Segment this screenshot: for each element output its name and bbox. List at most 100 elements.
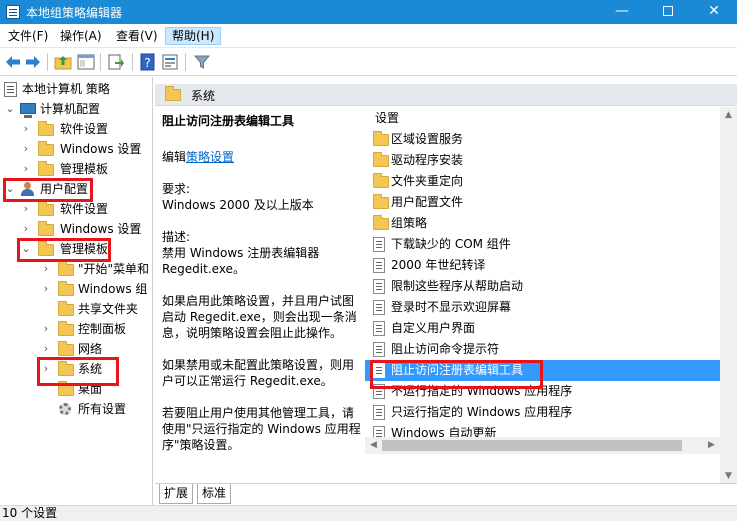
chevron-down-icon[interactable]: ⌄ bbox=[4, 179, 16, 199]
description-other-tools: 若要阻止用户使用其他管理工具，请使用"只运行指定的 Windows 应用程序"策… bbox=[162, 406, 361, 452]
list-item-label: 自定义用户界面 bbox=[391, 321, 476, 335]
chevron-right-icon[interactable]: › bbox=[40, 359, 52, 379]
svg-text:?: ? bbox=[144, 56, 150, 70]
policy-setting-icon bbox=[373, 384, 385, 399]
list-item[interactable]: 驱动程序安装 bbox=[365, 150, 720, 171]
folder-icon bbox=[38, 141, 54, 156]
view-tabs: 扩展 标准 bbox=[155, 483, 737, 505]
tab-extended[interactable]: 扩展 bbox=[159, 484, 194, 504]
export-list-icon[interactable] bbox=[107, 53, 125, 71]
chevron-right-icon[interactable]: › bbox=[40, 279, 52, 299]
folder-icon bbox=[38, 221, 54, 236]
console-tree: 本地计算机 策略 ⌄ 计算机配置 › 软件设置 › Windows 设置 › 管… bbox=[0, 77, 153, 505]
folder-icon bbox=[165, 86, 181, 101]
list-item[interactable]: 2000 年世纪转译 bbox=[365, 255, 720, 276]
close-button[interactable]: ✕ bbox=[691, 0, 737, 24]
list-item-label: 2000 年世纪转译 bbox=[391, 258, 486, 272]
policy-setting-icon bbox=[373, 342, 385, 357]
all-settings-icon bbox=[59, 403, 71, 415]
list-item[interactable]: 区域设置服务 bbox=[365, 129, 720, 150]
horizontal-scroll-thumb[interactable] bbox=[382, 440, 682, 451]
list-item-label: 区域设置服务 bbox=[391, 132, 464, 146]
help-icon[interactable]: ? bbox=[139, 53, 157, 71]
settings-list: 设置 区域设置服务 驱动程序安装文件夹重定向用户配置文件组策略下载缺少的 COM … bbox=[365, 107, 737, 485]
list-item[interactable]: 自定义用户界面 bbox=[365, 318, 720, 339]
folder-icon bbox=[38, 201, 54, 216]
list-item-label: 只运行指定的 Windows 应用程序 bbox=[391, 405, 573, 419]
tab-standard[interactable]: 标准 bbox=[197, 484, 232, 504]
scroll-up-icon[interactable]: ▲ bbox=[720, 107, 737, 124]
back-arrow-icon[interactable] bbox=[4, 53, 22, 71]
list-item-label: 下载缺少的 COM 组件 bbox=[391, 237, 511, 251]
status-bar: 10 个设置 bbox=[0, 505, 737, 521]
policy-description: 阻止访问注册表编辑工具 编辑策略设置 要求: Windows 2000 及以上版本… bbox=[162, 113, 362, 469]
filter-icon[interactable] bbox=[193, 53, 211, 71]
menu-view[interactable]: 查看(V) bbox=[110, 27, 164, 45]
list-item-label: 阻止访问注册表编辑工具 bbox=[391, 363, 524, 377]
maximize-button[interactable] bbox=[645, 0, 691, 24]
list-item[interactable]: 组策略 bbox=[365, 213, 720, 234]
list-item-label: 用户配置文件 bbox=[391, 195, 464, 209]
menu-help[interactable]: 帮助(H) bbox=[165, 27, 222, 45]
horizontal-scrollbar[interactable]: ◀ ▶ bbox=[365, 437, 720, 454]
policy-setting-icon bbox=[373, 300, 385, 315]
list-item-label: 阻止访问命令提示符 bbox=[391, 342, 500, 356]
chevron-right-icon[interactable]: › bbox=[20, 199, 32, 219]
column-header-setting[interactable]: 设置 bbox=[365, 107, 717, 129]
folder-icon bbox=[58, 281, 74, 296]
window-title: 本地组策略编辑器 bbox=[26, 6, 123, 20]
list-item-selected[interactable]: 阻止访问注册表编辑工具 bbox=[365, 360, 720, 381]
gpedit-app-icon bbox=[6, 5, 20, 19]
list-item[interactable]: 限制这些程序从帮助启动 bbox=[365, 276, 720, 297]
description-enabled: 如果启用此策略设置，并且用户试图启动 Regedit.exe，则会出现一条消息，… bbox=[162, 294, 357, 340]
folder-icon bbox=[58, 321, 74, 336]
folder-icon bbox=[373, 152, 389, 167]
list-item[interactable]: 不运行指定的 Windows 应用程序 bbox=[365, 381, 720, 402]
folder-icon bbox=[58, 381, 74, 396]
properties-icon[interactable] bbox=[161, 53, 179, 71]
edit-policy-link[interactable]: 策略设置 bbox=[186, 150, 234, 164]
chevron-right-icon[interactable]: › bbox=[40, 319, 52, 339]
policy-setting-icon bbox=[373, 258, 385, 273]
folder-icon bbox=[58, 341, 74, 356]
toolbar: ? bbox=[0, 48, 737, 76]
user-icon bbox=[21, 182, 35, 197]
folder-icon bbox=[373, 131, 389, 146]
chevron-right-icon[interactable]: › bbox=[20, 219, 32, 239]
chevron-down-icon[interactable]: ⌄ bbox=[20, 239, 32, 259]
details-header: 系统 bbox=[155, 84, 737, 106]
policy-setting-icon bbox=[373, 279, 385, 294]
vertical-scrollbar[interactable]: ▲ ▼ bbox=[720, 107, 737, 485]
scroll-right-icon[interactable]: ▶ bbox=[703, 437, 720, 454]
list-item[interactable]: 阻止访问命令提示符 bbox=[365, 339, 720, 360]
list-item[interactable]: 文件夹重定向 bbox=[365, 171, 720, 192]
list-item[interactable]: 下载缺少的 COM 组件 bbox=[365, 234, 720, 255]
scroll-left-icon[interactable]: ◀ bbox=[365, 437, 382, 454]
console-tree-icon[interactable] bbox=[77, 53, 95, 71]
list-item-label: 驱动程序安装 bbox=[391, 153, 464, 167]
toolbar-separator bbox=[132, 53, 133, 71]
requirements: 要求: Windows 2000 及以上版本 bbox=[162, 182, 314, 212]
chevron-down-icon[interactable]: ⌄ bbox=[4, 99, 16, 119]
policy-title: 阻止访问注册表编辑工具 bbox=[162, 114, 295, 128]
list-item[interactable]: 用户配置文件 bbox=[365, 192, 720, 213]
list-item-label: 不运行指定的 Windows 应用程序 bbox=[391, 384, 573, 398]
list-item[interactable]: 只运行指定的 Windows 应用程序 bbox=[365, 402, 720, 423]
forward-arrow-icon[interactable] bbox=[24, 53, 42, 71]
minimize-button[interactable]: — bbox=[599, 0, 645, 24]
menu-file[interactable]: 文件(F) bbox=[2, 27, 54, 45]
chevron-right-icon[interactable]: › bbox=[40, 339, 52, 359]
folder-up-icon[interactable] bbox=[54, 53, 72, 71]
menu-action[interactable]: 操作(A) bbox=[54, 27, 108, 45]
chevron-right-icon[interactable]: › bbox=[20, 139, 32, 159]
chevron-right-icon[interactable]: › bbox=[20, 119, 32, 139]
chevron-right-icon[interactable]: › bbox=[20, 159, 32, 179]
title-bar: 本地组策略编辑器 — ✕ bbox=[0, 0, 737, 24]
policy-setting-icon bbox=[373, 321, 385, 336]
list-item[interactable]: 登录时不显示欢迎屏幕 bbox=[365, 297, 720, 318]
maximize-icon bbox=[663, 6, 673, 16]
details-pane: 系统 阻止访问注册表编辑工具 编辑策略设置 要求: Windows 2000 及以… bbox=[155, 77, 737, 505]
edit-policy-line: 编辑策略设置 bbox=[162, 150, 235, 164]
chevron-right-icon[interactable]: › bbox=[40, 259, 52, 279]
policy-icon bbox=[4, 82, 17, 97]
